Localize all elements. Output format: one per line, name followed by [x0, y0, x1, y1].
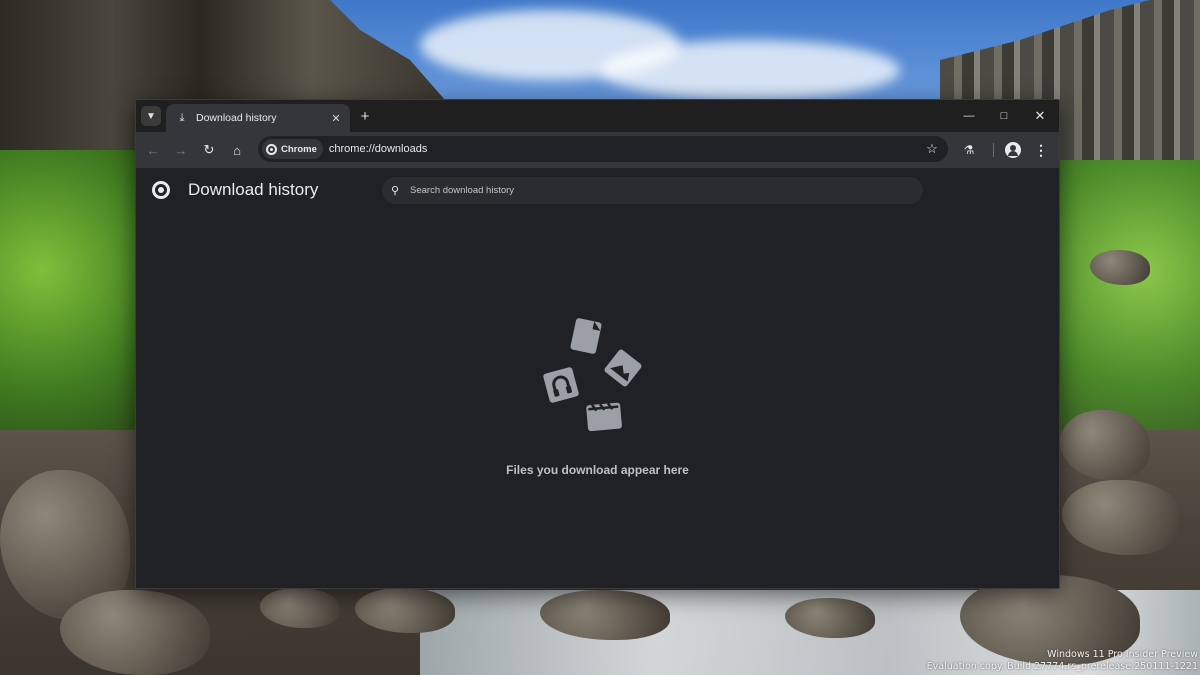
wallpaper-grass-right	[1058, 160, 1200, 440]
windows-watermark: Windows 11 Pro Insider Preview Evaluatio…	[927, 649, 1200, 673]
minimize-icon[interactable]: —	[956, 106, 982, 126]
plus-icon[interactable]: +	[356, 107, 374, 125]
close-icon[interactable]: ✕	[328, 110, 344, 126]
downloads-page: Download history ⚲ Search download histo…	[136, 168, 1059, 588]
site-chip-label: Chrome	[281, 143, 317, 155]
download-icon: ⤓	[179, 111, 185, 124]
forward-arrow-icon[interactable]: →	[171, 140, 191, 160]
wallpaper-grass-left	[0, 150, 140, 450]
more-vert-icon[interactable]: ⋮	[1031, 140, 1051, 160]
star-icon[interactable]: ☆	[922, 141, 942, 157]
watermark-line-2: Evaluation copy. Build 27774.rs_prerelea…	[926, 661, 1198, 672]
home-icon[interactable]: ⌂	[227, 140, 247, 160]
tab-download-history[interactable]: ⤓ Download history ✕	[166, 104, 350, 132]
search-icon: ⚲	[391, 185, 400, 197]
profile-icon	[1005, 142, 1021, 158]
tab-title: Download history	[196, 112, 277, 124]
empty-downloads-illustration	[543, 318, 642, 432]
tab-search-button[interactable]: ▼	[141, 106, 161, 126]
url-text[interactable]: chrome://downloads	[329, 143, 922, 155]
back-arrow-icon[interactable]: ←	[143, 140, 163, 160]
address-bar[interactable]: Chrome chrome://downloads ☆	[258, 136, 948, 162]
chrome-logo-icon	[266, 143, 277, 155]
search-download-history[interactable]: ⚲	[382, 177, 923, 204]
toolbar-divider	[993, 143, 994, 157]
search-input[interactable]	[408, 184, 892, 197]
maximize-icon[interactable]: □	[991, 106, 1017, 126]
empty-state-message: Files you download appear here	[506, 463, 689, 477]
browser-toolbar: ← → ↻ ⌂ Chrome chrome://downloads ☆ ⚗ ⋮	[136, 132, 1059, 168]
video-icon	[586, 402, 622, 432]
profile-button[interactable]	[1003, 140, 1023, 160]
reload-icon[interactable]: ↻	[199, 140, 219, 160]
site-chip[interactable]: Chrome	[262, 139, 323, 159]
window-close-icon[interactable]: ✕	[1027, 106, 1053, 126]
chrome-logo-icon	[152, 181, 170, 199]
image-icon	[604, 349, 642, 387]
audio-icon	[543, 367, 579, 403]
labs-flask-icon[interactable]: ⚗	[959, 140, 979, 160]
tab-strip: ▼ ⤓ Download history ✕ + — □ ✕	[136, 100, 1059, 132]
page-title: Download history	[188, 180, 319, 199]
chevron-down-icon: ▼	[146, 110, 156, 122]
document-icon	[570, 318, 602, 354]
watermark-line-1: Windows 11 Pro Insider Preview	[1047, 649, 1198, 660]
browser-window: ▼ ⤓ Download history ✕ + — □ ✕ ← → ↻ ⌂ C…	[135, 99, 1060, 589]
wallpaper-cloud	[600, 40, 900, 100]
